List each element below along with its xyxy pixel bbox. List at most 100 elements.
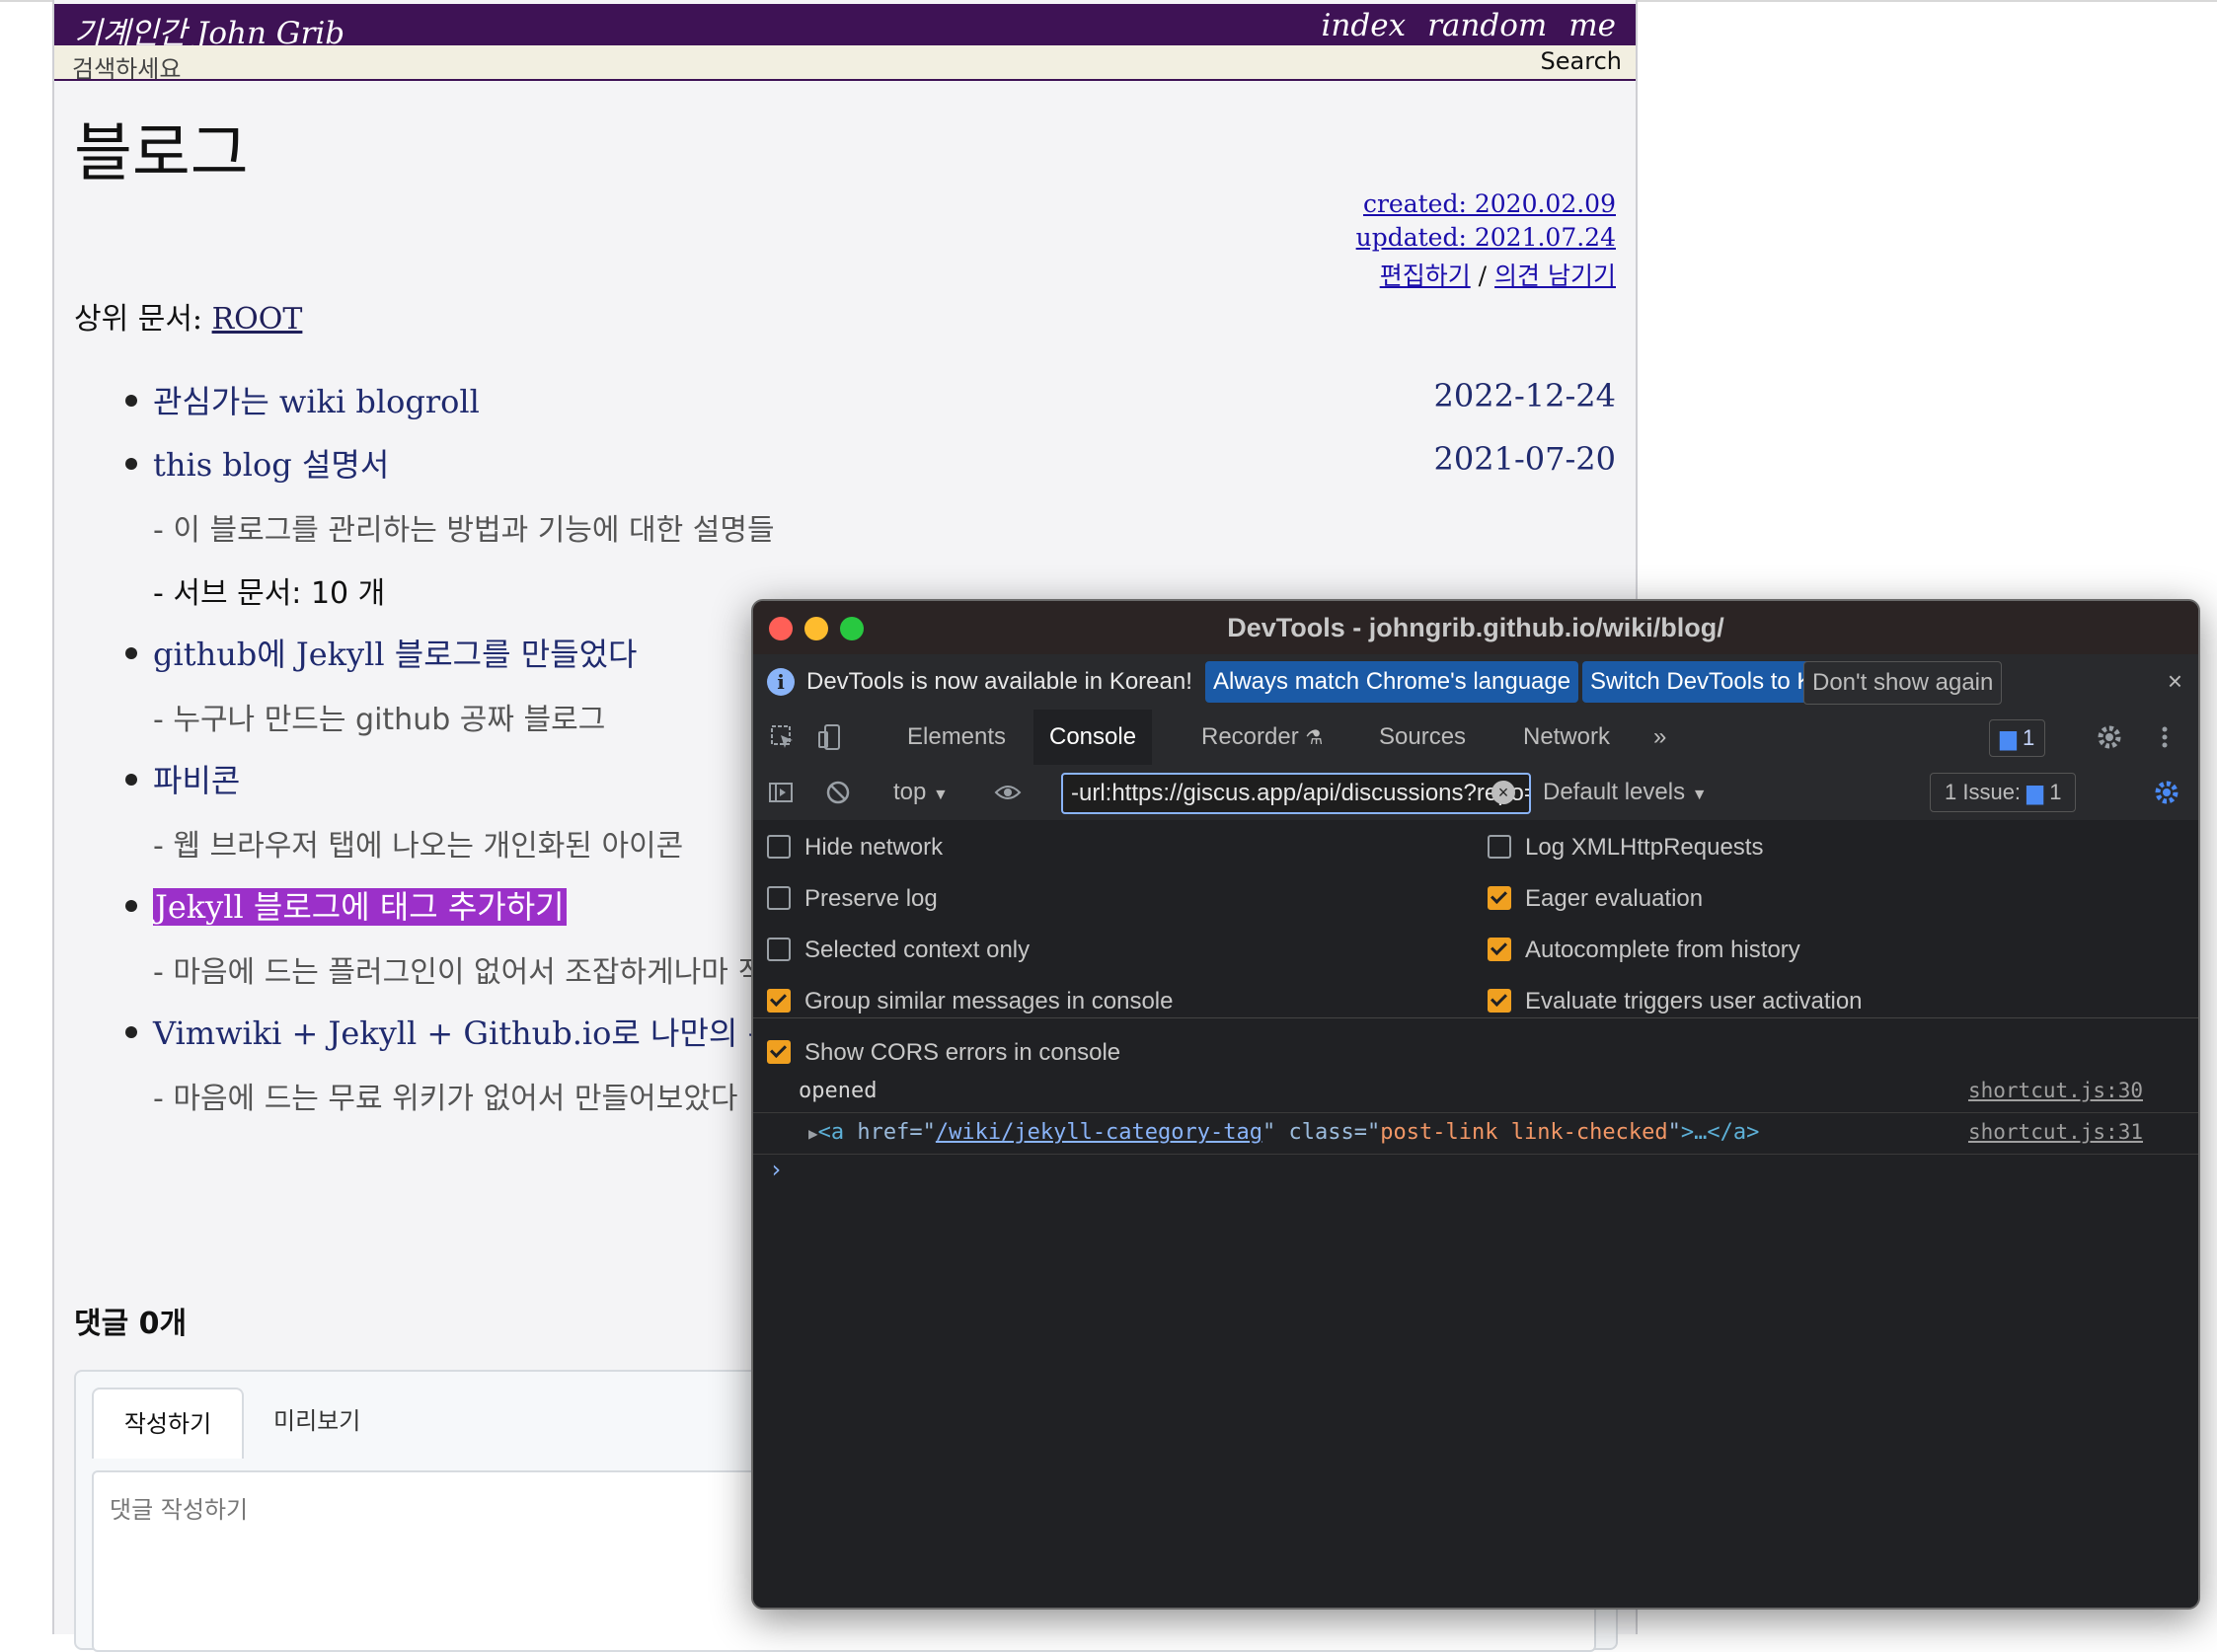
console-settings-gear-icon[interactable] xyxy=(2153,779,2180,806)
tab-elements[interactable]: Elements xyxy=(891,710,1022,765)
clear-filter-icon[interactable]: × xyxy=(1491,781,1515,804)
console-output: opened shortcut.js:30 ▶<a href="/wiki/je… xyxy=(753,1071,2198,1608)
setting-autocomplete-history[interactable]: Autocomplete from history xyxy=(1488,937,1800,964)
post-link[interactable]: this blog 설명서 xyxy=(153,440,389,486)
nav-index-link[interactable]: index xyxy=(1322,8,1407,43)
setting-label: Evaluate triggers user activation xyxy=(1525,988,1863,1014)
page-title: 블로그 xyxy=(74,117,249,190)
gear-icon[interactable] xyxy=(2096,723,2123,751)
setting-selected-context[interactable]: Selected context only xyxy=(767,937,1030,964)
issues-button[interactable]: 1 Issue: ▆ 1 xyxy=(1930,773,2077,812)
info-icon: i xyxy=(767,668,795,696)
sidebar-toggle-icon[interactable] xyxy=(767,779,795,806)
list-bullet xyxy=(125,900,137,912)
checkbox-checked[interactable] xyxy=(767,988,791,1013)
dont-show-again-button[interactable]: Don't show again xyxy=(1803,661,2003,705)
eye-icon[interactable] xyxy=(994,779,1022,806)
tab-write[interactable]: 작성하기 xyxy=(92,1388,244,1459)
setting-label: Log XMLHttpRequests xyxy=(1525,834,1764,861)
post-link[interactable]: 관심가는 wiki blogroll xyxy=(153,377,480,422)
issues-badge[interactable]: ▆ 1 xyxy=(1989,719,2046,757)
device-toolbar-icon[interactable] xyxy=(816,723,844,751)
site-nav: index random me xyxy=(1300,8,1616,43)
tab-sources[interactable]: Sources xyxy=(1363,710,1482,765)
clear-console-icon[interactable] xyxy=(824,779,852,806)
comments-heading: 댓글 0개 xyxy=(74,1307,188,1341)
list-bullet xyxy=(125,395,137,407)
inspect-element-icon[interactable] xyxy=(769,723,797,751)
checkbox-checked[interactable] xyxy=(1488,988,1511,1013)
kebab-menu-icon[interactable] xyxy=(2151,723,2179,751)
dom-node-preview[interactable]: ▶<a href="/wiki/jekyll-category-tag" cla… xyxy=(808,1120,1759,1145)
console-toolbar: top ▼ -url:https://giscus.app/api/discus… xyxy=(753,765,2198,821)
log-source-link[interactable]: shortcut.js:31 xyxy=(1968,1120,2143,1144)
nav-me-link[interactable]: me xyxy=(1568,8,1616,43)
parent-label: 상위 문서: xyxy=(74,302,203,337)
nav-random-link[interactable]: random xyxy=(1427,8,1547,43)
tab-network[interactable]: Network xyxy=(1507,710,1626,765)
tab-console[interactable]: Console xyxy=(1033,710,1153,765)
list-bullet xyxy=(125,647,137,659)
search-bar: 검색하세요 Search xyxy=(54,45,1636,84)
attr-href-value[interactable]: /wiki/jekyll-category-tag xyxy=(936,1120,1262,1145)
chevron-down-icon: ▼ xyxy=(933,787,949,803)
tab-recorder[interactable]: Recorder ⚗ xyxy=(1185,710,1338,765)
created-date-link[interactable]: created: 2020.02.09 xyxy=(1363,189,1616,218)
issues-label: 1 Issue: xyxy=(1945,780,2022,804)
checkbox[interactable] xyxy=(1488,834,1511,859)
search-button[interactable]: Search xyxy=(1541,47,1622,75)
list-bullet xyxy=(125,1026,137,1038)
console-prompt[interactable]: › xyxy=(769,1156,783,1183)
setting-group-similar[interactable]: Group similar messages in console xyxy=(767,988,1174,1015)
setting-label: Hide network xyxy=(804,834,944,861)
post-link[interactable]: github에 Jekyll 블로그를 만들었다 xyxy=(153,630,637,675)
message-icon: ▆ xyxy=(2000,725,2017,750)
post-link[interactable]: Vimwiki + Jekyll + Github.io로 나만의 위키 xyxy=(153,1009,805,1054)
setting-label: Group similar messages in console xyxy=(804,988,1174,1014)
search-input[interactable]: 검색하세요 xyxy=(72,49,181,84)
tab-preview[interactable]: 미리보기 xyxy=(273,1401,360,1436)
always-match-language-button[interactable]: Always match Chrome's language xyxy=(1205,661,1579,703)
setting-eager-eval[interactable]: Eager evaluation xyxy=(1488,885,1703,913)
checkbox-checked[interactable] xyxy=(1488,937,1511,961)
checkbox-checked[interactable] xyxy=(767,1039,791,1064)
message-icon: ▆ xyxy=(2026,780,2044,804)
attr-quote: " xyxy=(1262,1120,1276,1145)
expand-triangle-icon[interactable]: ▶ xyxy=(808,1124,818,1143)
setting-preserve-log[interactable]: Preserve log xyxy=(767,885,938,913)
comment-placeholder: 댓글 작성하기 xyxy=(110,1496,249,1524)
close-icon[interactable]: × xyxy=(2168,666,2182,697)
list-bullet xyxy=(125,458,137,470)
context-selector[interactable]: top ▼ xyxy=(893,779,949,806)
tag-open: <a xyxy=(817,1120,845,1145)
tab-recorder-label: Recorder xyxy=(1201,723,1299,750)
setting-hide-network[interactable]: Hide network xyxy=(767,834,943,862)
log-source-link[interactable]: shortcut.js:30 xyxy=(1968,1079,2143,1102)
console-message: ▶<a href="/wiki/jekyll-category-tag" cla… xyxy=(753,1112,2198,1155)
attr-name: href xyxy=(857,1120,910,1145)
post-link[interactable]: 파비콘 xyxy=(153,756,240,801)
post-link-highlighted[interactable]: Jekyll 블로그에 태그 추가하기 xyxy=(153,882,567,928)
updated-date-link[interactable]: updated: 2021.07.24 xyxy=(1356,223,1616,252)
setting-log-xhr[interactable]: Log XMLHttpRequests xyxy=(1488,834,1763,862)
setting-label: Selected context only xyxy=(804,937,1031,963)
console-filter-input[interactable]: -url:https://giscus.app/api/discussions?… xyxy=(1061,773,1531,814)
checkbox[interactable] xyxy=(767,937,791,961)
more-tabs-icon[interactable]: » xyxy=(1638,710,1682,765)
post-date: 2022-12-24 xyxy=(1433,377,1617,414)
tag-close: >…</a> xyxy=(1680,1120,1760,1145)
log-levels-dropdown[interactable]: Default levels ▼ xyxy=(1543,779,1708,806)
edit-link[interactable]: 편집하기 xyxy=(1380,262,1471,290)
edit-links: 편집하기 / 의견 남기기 xyxy=(1380,257,1616,292)
site-header: 기계인간 John Grib index random me xyxy=(54,4,1636,51)
setting-cors-errors[interactable]: Show CORS errors in console xyxy=(767,1039,1120,1067)
post-description: - 웹 브라우저 탭에 나오는 개인화된 아이콘 xyxy=(153,829,684,864)
checkbox[interactable] xyxy=(767,885,791,910)
parent-link[interactable]: ROOT xyxy=(212,302,303,337)
checkbox[interactable] xyxy=(767,834,791,859)
checkbox-checked[interactable] xyxy=(1488,885,1511,910)
setting-evaluate-triggers[interactable]: Evaluate triggers user activation xyxy=(1488,988,1863,1015)
log-levels-label: Default levels xyxy=(1543,779,1686,805)
post-description: - 마음에 드는 플러그인이 없어서 조잡하게나마 직 xyxy=(153,955,766,990)
comment-link[interactable]: 의견 남기기 xyxy=(1494,262,1616,290)
